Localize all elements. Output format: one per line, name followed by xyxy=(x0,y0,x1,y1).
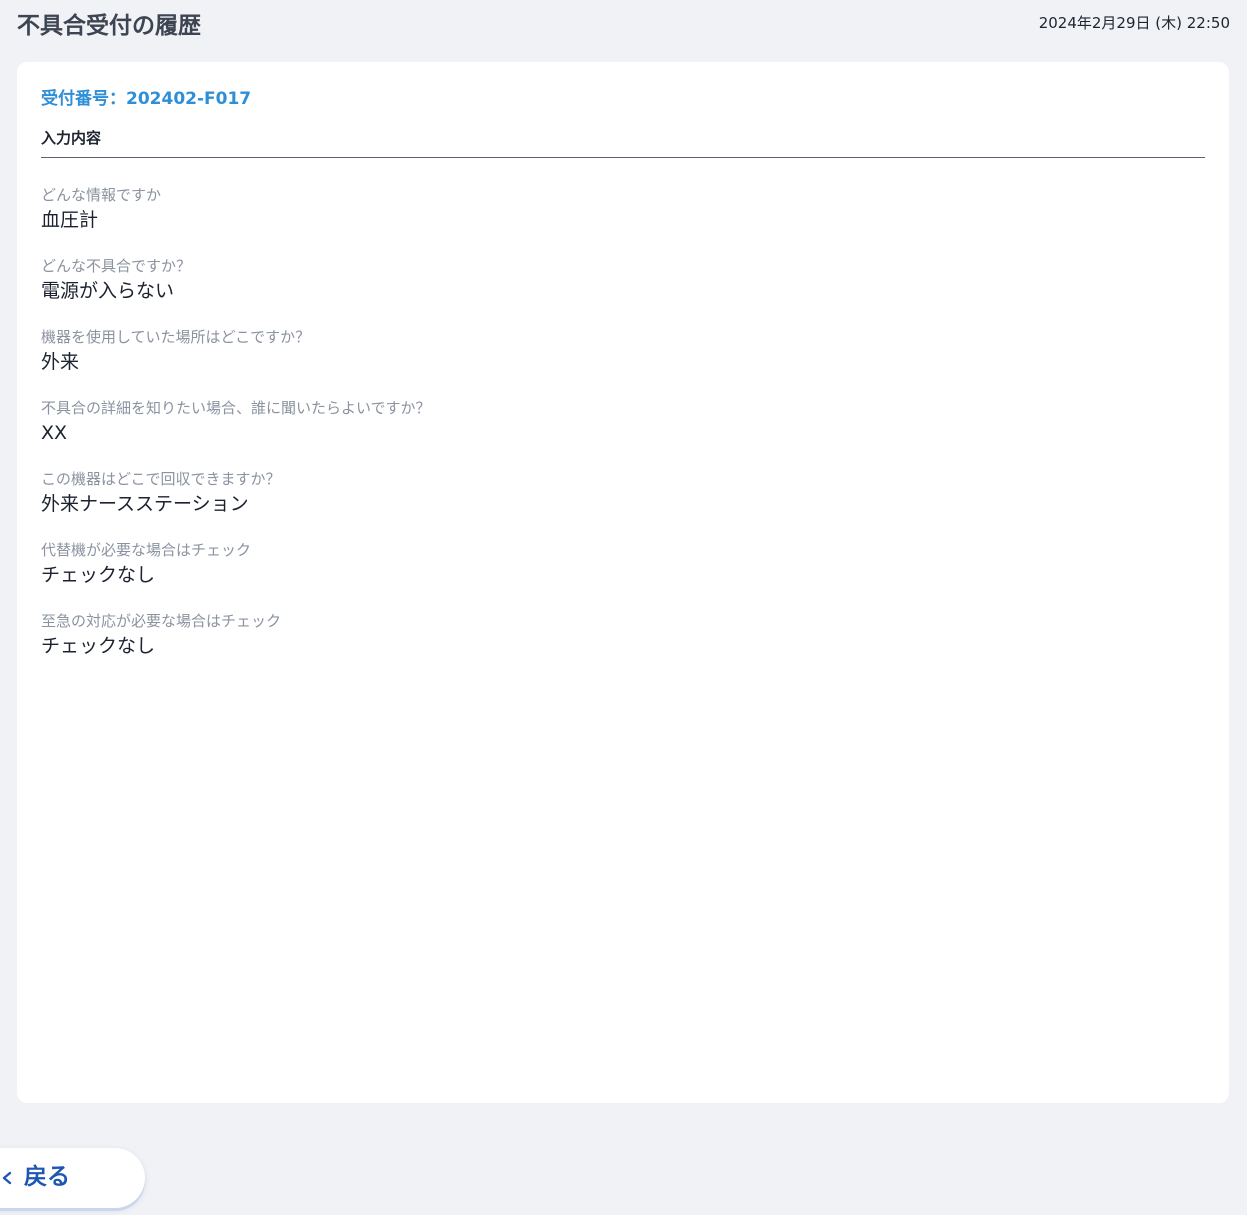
page: 不具合受付の履歴 2024年2月29日 (木) 22:50 受付番号：20240… xyxy=(0,0,1247,1215)
field-usage-location: 機器を使用していた場所はどこですか？ 外来 xyxy=(41,326,1205,397)
field-defect-type: どんな不具合ですか？ 電源が入らない xyxy=(41,255,1205,326)
receipt-number: 受付番号：202402-F017 xyxy=(41,89,252,109)
page-title: 不具合受付の履歴 xyxy=(17,13,201,39)
chevron-left-icon xyxy=(2,1171,12,1185)
field-replacement-needed: 代替機が必要な場合はチェック チェックなし xyxy=(41,539,1205,610)
field-label: 至急の対応が必要な場合はチェック xyxy=(41,612,282,630)
history-card: 受付番号：202402-F017 入力内容 どんな情報ですか 血圧計 どんな不具… xyxy=(17,62,1229,1103)
field-label: この機器はどこで回収できますか？ xyxy=(41,470,281,488)
field-contact-person: 不具合の詳細を知りたい場合、誰に聞いたらよいですか？ XX xyxy=(41,397,1205,468)
header: 不具合受付の履歴 2024年2月29日 (木) 22:50 xyxy=(17,10,1230,44)
section-title: 入力内容 xyxy=(41,129,102,147)
divider xyxy=(41,157,1205,158)
datetime: 2024年2月29日 (木) 22:50 xyxy=(1038,14,1230,32)
field-value: XX xyxy=(41,422,68,444)
field-urgent-needed: 至急の対応が必要な場合はチェック チェックなし xyxy=(41,610,1205,681)
back-label: 戻る xyxy=(24,1164,70,1190)
field-label: どんな不具合ですか？ xyxy=(41,257,192,275)
field-value: 血圧計 xyxy=(41,209,99,231)
field-list: どんな情報ですか 血圧計 どんな不具合ですか？ 電源が入らない 機器を使用してい… xyxy=(41,184,1205,681)
field-value: 外来 xyxy=(41,351,80,373)
field-value: チェックなし xyxy=(41,635,156,657)
field-info-type: どんな情報ですか 血圧計 xyxy=(41,184,1205,255)
back-button[interactable]: 戻る xyxy=(0,1148,145,1208)
field-value: 電源が入らない xyxy=(41,280,175,302)
field-value: チェックなし xyxy=(41,564,156,586)
field-label: 代替機が必要な場合はチェック xyxy=(41,541,252,559)
field-label: どんな情報ですか xyxy=(41,186,162,204)
field-collection-place: この機器はどこで回収できますか？ 外来ナースステーション xyxy=(41,468,1205,539)
field-value: 外来ナースステーション xyxy=(41,493,249,515)
field-label: 不具合の詳細を知りたい場合、誰に聞いたらよいですか？ xyxy=(41,399,431,417)
field-label: 機器を使用していた場所はどこですか？ xyxy=(41,328,311,346)
